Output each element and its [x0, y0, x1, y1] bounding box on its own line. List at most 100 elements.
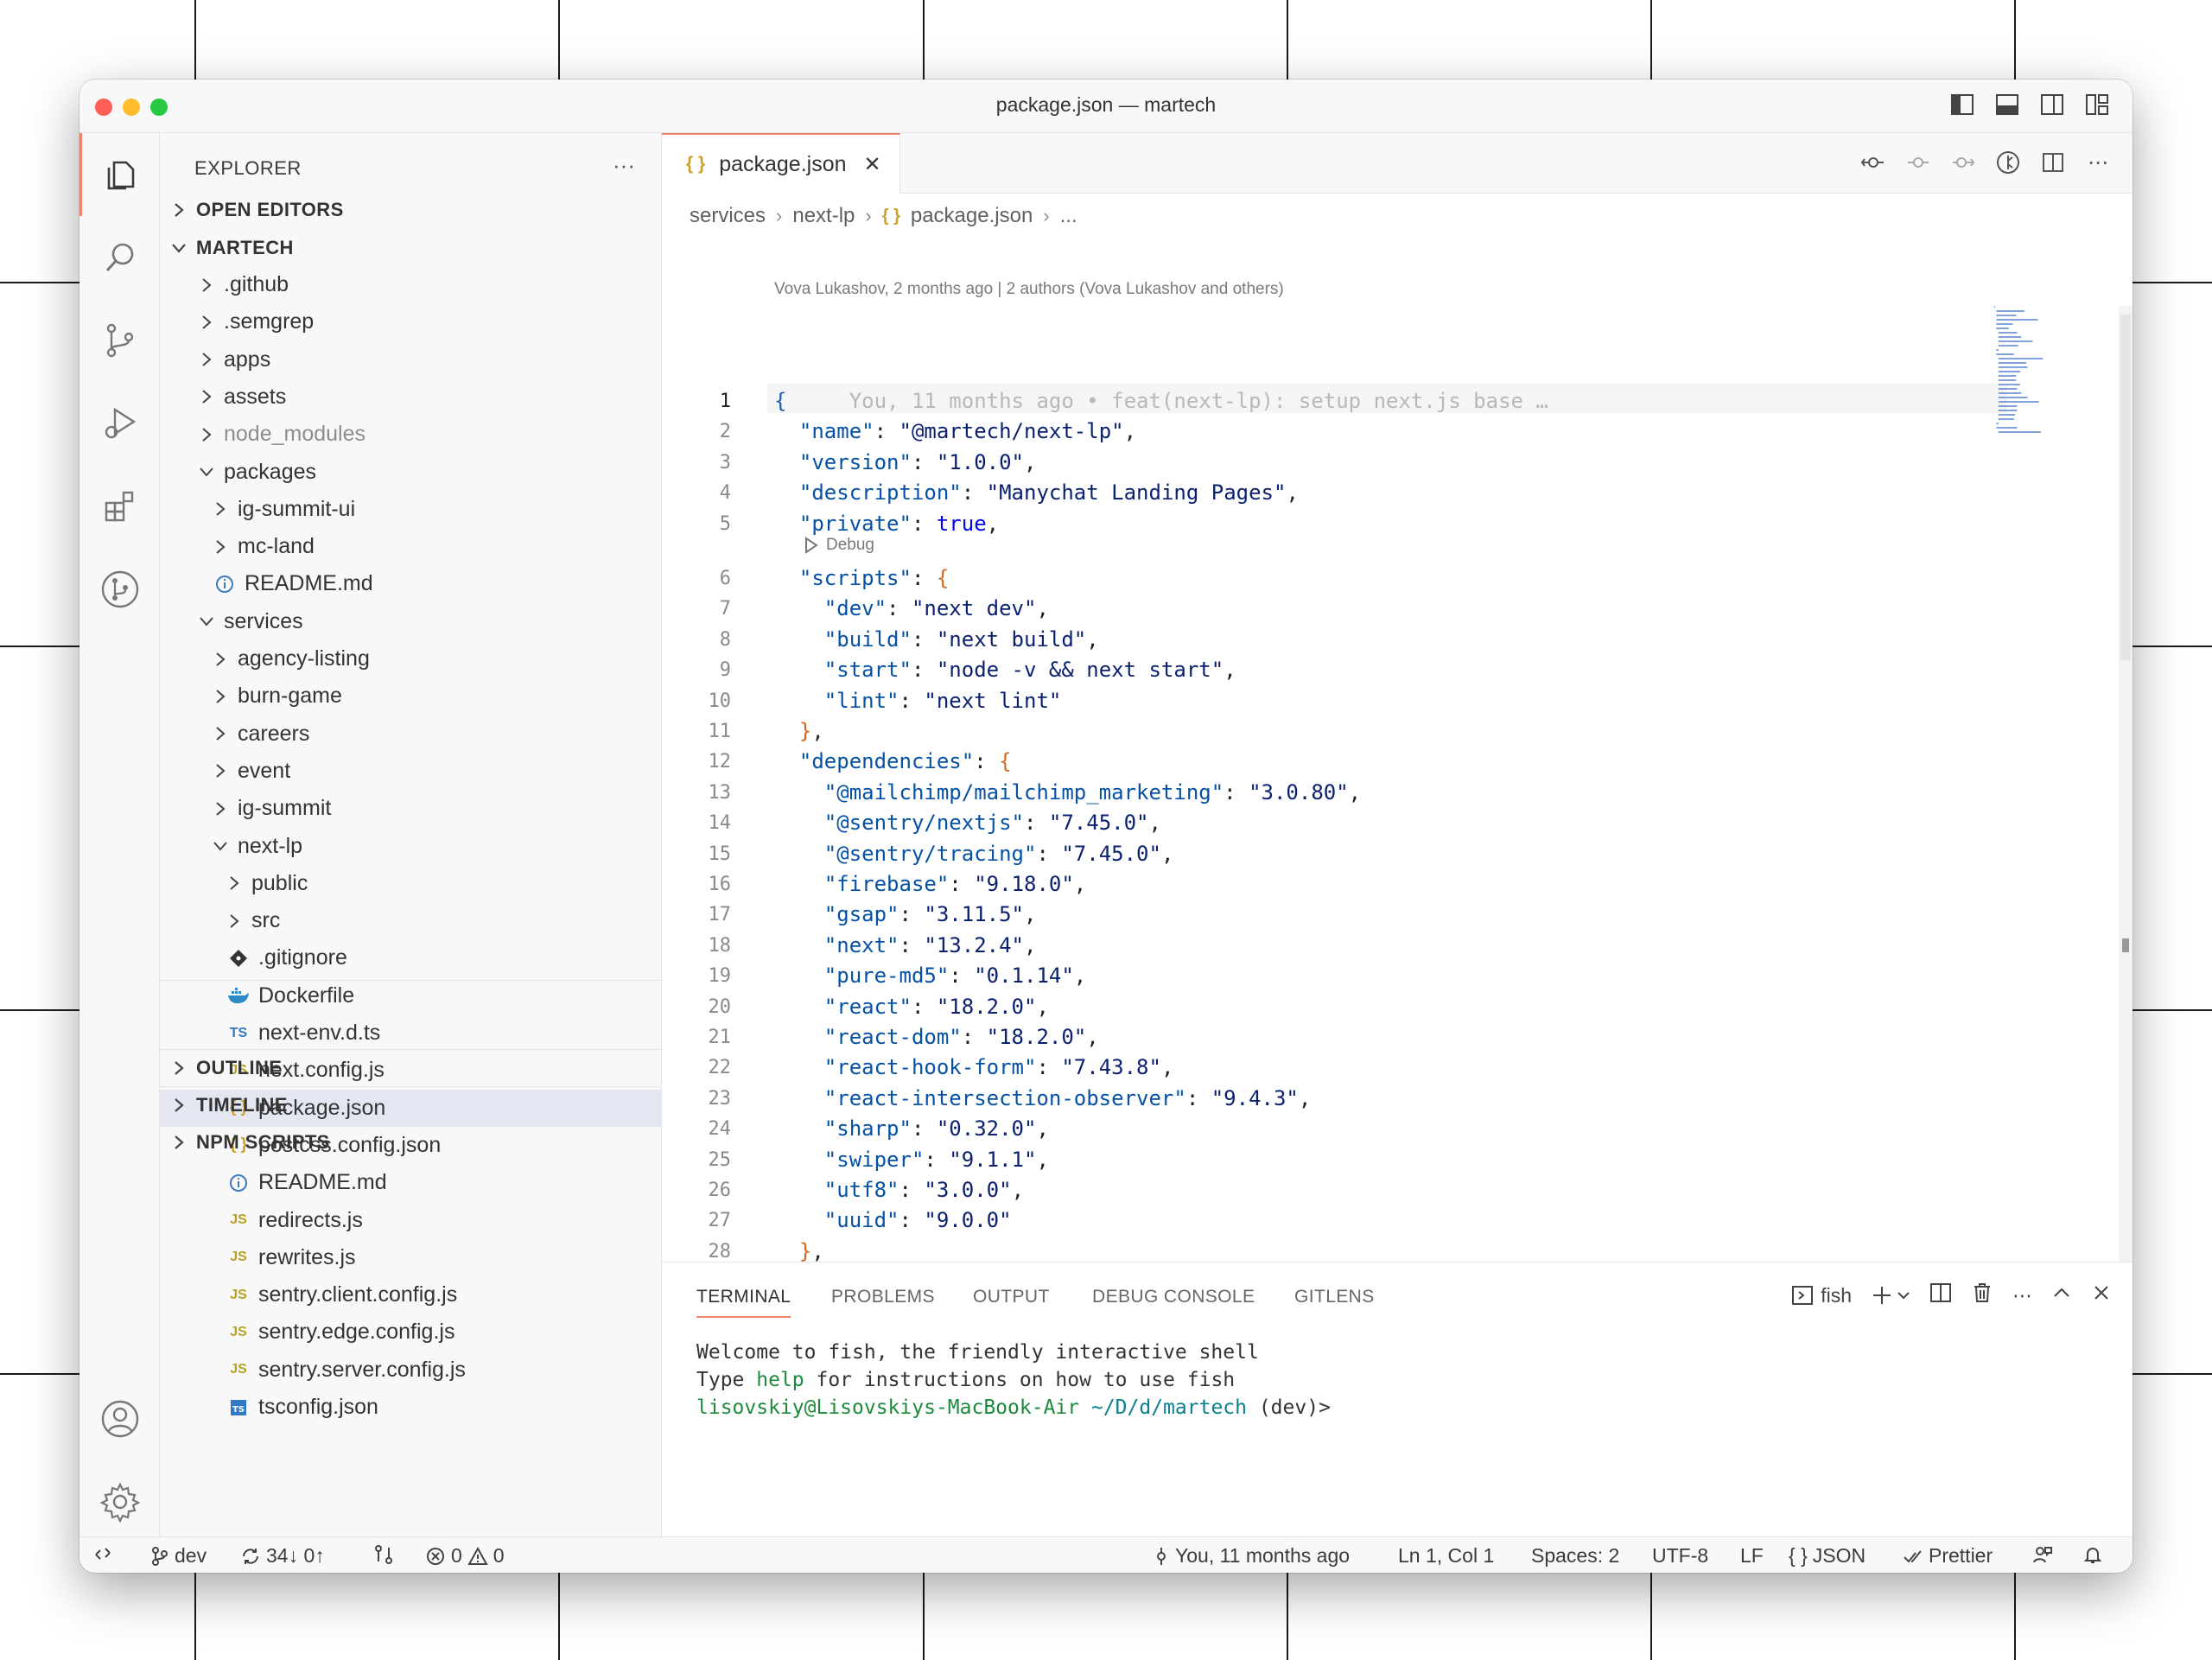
tree-item[interactable]: TS next-env.d.ts [160, 1014, 661, 1052]
tree-item[interactable]: ig-summit-ui [160, 491, 661, 528]
split-editor-icon[interactable] [2039, 149, 2067, 176]
tree-item[interactable]: node_modules [160, 416, 661, 453]
npm-scripts-section[interactable]: NPM SCRIPTS [160, 1123, 661, 1161]
branch-indicator[interactable]: dev [150, 1544, 207, 1568]
line-number: 5 [719, 512, 731, 535]
tree-item[interactable]: assets [160, 378, 661, 416]
tree-item[interactable]: JS sentry.client.config.js [160, 1276, 661, 1313]
tree-item[interactable]: JS sentry.edge.config.js [160, 1313, 661, 1351]
tree-item[interactable]: agency-listing [160, 640, 661, 677]
open-changes-icon[interactable] [1859, 149, 1887, 176]
timeline-section[interactable]: TIMELINE [160, 1086, 661, 1123]
tree-item[interactable]: .gitignore [160, 939, 661, 976]
sync-indicator[interactable]: 34↓ 0↑ [240, 1544, 325, 1568]
gitlens-icon[interactable] [79, 548, 160, 631]
more-actions-icon[interactable]: ⋯ [2084, 149, 2112, 176]
tree-item[interactable]: Dockerfile [160, 977, 661, 1014]
close-panel-icon[interactable] [2091, 1282, 2112, 1308]
extensions-icon[interactable] [79, 465, 160, 548]
customize-layout-icon[interactable] [2084, 92, 2112, 119]
tree-item[interactable]: services [160, 603, 661, 640]
gitlens-status[interactable] [373, 1544, 394, 1565]
svg-text:TS: TS [232, 1405, 245, 1415]
tree-item[interactable]: README.md [160, 565, 661, 602]
breadcrumb-item[interactable]: ... [1060, 204, 1077, 228]
encoding[interactable]: UTF-8 [1652, 1544, 1708, 1568]
tree-item[interactable]: careers [160, 716, 661, 753]
tab-gitlens[interactable]: GITLENS [1294, 1287, 1375, 1307]
tree-item[interactable]: JS rewrites.js [160, 1239, 661, 1276]
maximize-panel-icon[interactable] [2051, 1282, 2072, 1308]
source-control-icon[interactable] [79, 299, 160, 382]
search-icon[interactable] [79, 216, 160, 299]
next-revision-icon[interactable] [1949, 149, 1977, 176]
files-icon[interactable] [79, 133, 160, 216]
terminal-prompt: lisovskiy@Lisovskiys-MacBook-Air ~/D/d/m… [696, 1394, 1331, 1421]
terminal-output[interactable]: Welcome to fish, the friendly interactiv… [696, 1339, 1331, 1421]
cursor-position[interactable]: Ln 1, Col 1 [1398, 1544, 1494, 1568]
tree-item[interactable]: README.md [160, 1164, 661, 1201]
blame-header[interactable]: Vova Lukashov, 2 months ago | 2 authors … [774, 280, 1284, 299]
toggle-panel-icon[interactable] [1994, 92, 2022, 119]
indentation[interactable]: Spaces: 2 [1531, 1544, 1619, 1568]
tree-item-label: careers [238, 721, 310, 746]
problems-indicator[interactable]: 0 0 [425, 1544, 505, 1568]
scroll-thumb[interactable] [2120, 315, 2131, 660]
debug-codelens[interactable]: Debug [804, 536, 874, 555]
split-terminal-icon[interactable] [1929, 1282, 1952, 1309]
settings-gear-icon[interactable] [79, 1460, 160, 1543]
blame-status[interactable]: You, 11 months ago [1153, 1544, 1350, 1568]
end-of-line[interactable]: LF [1740, 1544, 1764, 1568]
json-file-icon: { } [881, 206, 900, 226]
bg-grid-line [0, 1009, 79, 1011]
tree-item-label: ig-summit [238, 796, 332, 821]
tree-item[interactable]: apps [160, 341, 661, 378]
line-number: 3 [719, 451, 731, 474]
tree-item[interactable]: .semgrep [160, 303, 661, 340]
minimap[interactable] [1991, 304, 2053, 442]
tree-item[interactable]: packages [160, 454, 661, 491]
tree-item[interactable]: mc-land [160, 528, 661, 565]
tab-debug-console[interactable]: DEBUG CONSOLE [1092, 1287, 1255, 1307]
remote-indicator[interactable] [93, 1544, 112, 1563]
language-mode[interactable]: { } JSON [1789, 1544, 1866, 1568]
tree-item[interactable]: src [160, 902, 661, 939]
martech-project-section[interactable]: MARTECH [160, 229, 661, 266]
tree-item-label: sentry.client.config.js [258, 1282, 458, 1307]
kill-terminal-icon[interactable] [1971, 1282, 1993, 1309]
close-tab-icon[interactable]: ✕ [864, 152, 881, 177]
gitlens-inspect-icon[interactable] [1994, 149, 2022, 176]
tree-item[interactable]: burn-game [160, 677, 661, 715]
tree-item[interactable]: public [160, 865, 661, 902]
run-debug-icon[interactable] [79, 382, 160, 465]
tree-item[interactable]: next-lp [160, 828, 661, 865]
more-actions-icon[interactable]: ⋯ [2012, 1284, 2032, 1307]
breadcrumb-item[interactable]: services [690, 204, 766, 228]
tab-problems[interactable]: PROBLEMS [831, 1287, 935, 1307]
tree-item[interactable]: event [160, 753, 661, 790]
toggle-primary-sidebar-icon[interactable] [1949, 92, 1977, 119]
previous-revision-icon[interactable] [1904, 149, 1932, 176]
tab-package-json[interactable]: { } package.json ✕ [662, 133, 900, 194]
prettier-status[interactable]: Prettier [1903, 1544, 1993, 1568]
tree-item[interactable]: .github [160, 266, 661, 303]
tree-item[interactable]: JS sentry.server.config.js [160, 1352, 661, 1389]
tab-terminal[interactable]: TERMINAL [696, 1287, 791, 1318]
breadcrumb-item[interactable]: package.json [911, 204, 1033, 228]
notifications-bell-icon[interactable] [2082, 1544, 2103, 1565]
chevron-down-icon [212, 840, 229, 852]
feedback-icon[interactable] [2032, 1544, 2053, 1565]
terminal-shell-selector[interactable]: fish [1791, 1284, 1852, 1307]
outline-section[interactable]: OUTLINE [160, 1049, 661, 1086]
tree-item[interactable]: TS tsconfig.json [160, 1389, 661, 1426]
code-line: "dependencies": { [798, 749, 1012, 774]
toggle-secondary-sidebar-icon[interactable] [2039, 92, 2067, 119]
breadcrumb-item[interactable]: next-lp [792, 204, 855, 228]
new-terminal-button[interactable] [1871, 1284, 1910, 1307]
tree-item[interactable]: JS redirects.js [160, 1202, 661, 1239]
account-icon[interactable] [79, 1377, 160, 1460]
open-editors-section[interactable]: OPEN EDITORS [160, 191, 661, 228]
tab-output[interactable]: OUTPUT [973, 1287, 1050, 1307]
tree-item[interactable]: ig-summit [160, 790, 661, 827]
explorer-more-actions-button[interactable]: ··· [613, 152, 635, 179]
